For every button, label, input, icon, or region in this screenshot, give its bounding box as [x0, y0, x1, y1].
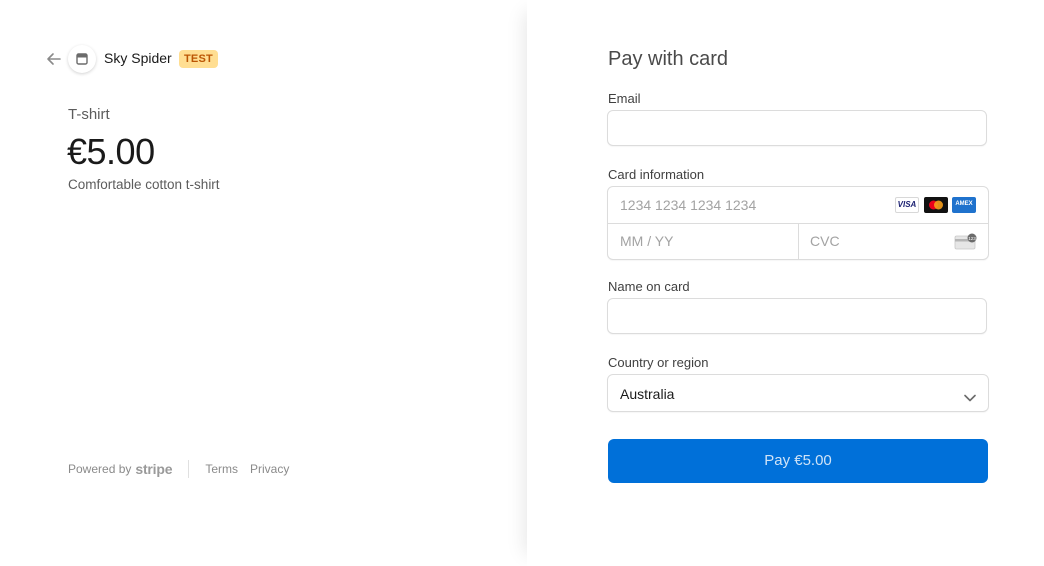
visa-icon: VISA: [895, 197, 919, 213]
pay-button[interactable]: Pay €5.00: [608, 439, 988, 483]
powered-by-label: Powered by: [68, 462, 132, 476]
payment-form-title: Pay with card: [608, 48, 729, 70]
expiry-date-input[interactable]: MM / YY: [608, 223, 799, 259]
footer-divider: [188, 460, 190, 478]
country-select[interactable]: Australia: [607, 374, 989, 412]
store-icon: [68, 45, 96, 73]
email-label: Email: [608, 91, 641, 106]
expiry-placeholder: MM / YY: [620, 233, 674, 249]
amex-icon: AMEX: [952, 197, 976, 213]
powered-by-stripe[interactable]: Powered by stripe: [68, 461, 173, 477]
stripe-logo: stripe: [135, 461, 173, 477]
product-name: T-shirt: [68, 106, 110, 123]
cvc-placeholder: CVC: [810, 233, 840, 249]
product-price: €5.00: [67, 131, 155, 172]
terms-link[interactable]: Terms: [205, 462, 238, 476]
country-label: Country or region: [608, 355, 709, 370]
card-information-label: Card information: [608, 167, 705, 182]
back-arrow-icon[interactable]: [44, 50, 64, 68]
name-on-card-label: Name on card: [608, 279, 690, 294]
footer: Powered by stripe Terms Privacy: [68, 460, 301, 478]
card-number-placeholder: 1234 1234 1234 1234: [620, 197, 757, 213]
svg-text:123: 123: [968, 236, 976, 241]
card-information-group: 1234 1234 1234 1234 VISA AMEX MM / YY CV…: [607, 186, 989, 260]
cvc-card-icon: 123: [954, 232, 978, 255]
privacy-link[interactable]: Privacy: [250, 462, 289, 476]
country-value: Australia: [620, 386, 675, 402]
name-on-card-field[interactable]: [607, 298, 987, 334]
card-number-input[interactable]: 1234 1234 1234 1234 VISA AMEX: [608, 187, 988, 224]
product-description: Comfortable cotton t-shirt: [68, 177, 220, 192]
product-summary-panel: Sky Spider TEST T-shirt €5.00 Comfortabl…: [0, 0, 527, 566]
merchant-name[interactable]: Sky Spider: [104, 50, 172, 66]
test-mode-badge: TEST: [179, 50, 218, 68]
email-field[interactable]: [607, 110, 987, 146]
chevron-down-icon: [964, 389, 976, 407]
cvc-input[interactable]: CVC 123: [798, 223, 988, 259]
mastercard-icon: [924, 197, 948, 213]
